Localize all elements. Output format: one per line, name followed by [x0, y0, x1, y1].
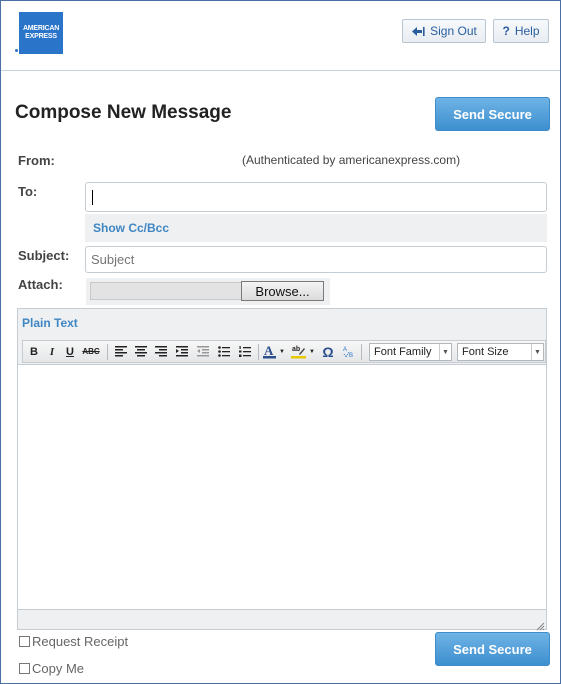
- help-icon: ?: [502, 24, 510, 38]
- chevron-down-icon: ▼: [531, 344, 543, 360]
- svg-text:A: A: [343, 347, 347, 353]
- font-color-icon[interactable]: A: [261, 343, 277, 360]
- subject-input[interactable]: [85, 246, 547, 273]
- chevron-down-icon: ▼: [439, 344, 451, 360]
- request-receipt-checkbox[interactable]: [19, 636, 30, 647]
- align-center-icon[interactable]: [132, 343, 150, 360]
- strikethrough-button[interactable]: ABC: [80, 343, 102, 360]
- sign-out-button[interactable]: Sign Out: [402, 19, 486, 43]
- font-family-value: Font Family: [374, 346, 432, 358]
- send-secure-button-top[interactable]: Send Secure: [435, 97, 550, 131]
- message-editor: Plain Text B I U ABC A ▼ ab ▼ Ω A B Font…: [17, 308, 547, 631]
- send-secure-label: Send Secure: [453, 641, 532, 657]
- amex-logo: AMERICAN EXPRESS: [19, 12, 63, 54]
- header-bar: AMERICAN EXPRESS Sign Out ? Help: [1, 1, 560, 71]
- send-secure-button-bottom[interactable]: Send Secure: [435, 632, 550, 666]
- font-family-select[interactable]: Font Family ▼: [369, 343, 452, 361]
- message-body-textarea[interactable]: [18, 364, 546, 610]
- font-size-value: Font Size: [462, 346, 509, 358]
- editor-toolbar: B I U ABC A ▼ ab ▼ Ω A B Font Family ▼ F…: [22, 340, 546, 363]
- request-receipt-option: Request Receipt: [19, 634, 128, 649]
- spellcheck-icon[interactable]: AB: [340, 343, 358, 360]
- svg-text:A: A: [264, 344, 274, 358]
- copy-me-checkbox[interactable]: [19, 663, 30, 674]
- align-left-icon[interactable]: [112, 343, 130, 360]
- attach-label: Attach:: [18, 277, 63, 292]
- font-size-select[interactable]: Font Size ▼: [457, 343, 544, 361]
- text-caret: [92, 190, 93, 205]
- svg-text:B: B: [349, 353, 353, 359]
- outdent-icon[interactable]: [194, 343, 212, 360]
- logo-dot: [15, 49, 18, 52]
- sign-out-icon: [411, 26, 425, 37]
- from-label: From:: [18, 153, 55, 168]
- resize-handle-icon[interactable]: [535, 618, 545, 631]
- compose-window: AMERICAN EXPRESS Sign Out ? Help Compose…: [0, 0, 561, 684]
- logo-text: AMERICAN EXPRESS: [22, 25, 60, 40]
- highlight-color-icon[interactable]: ab: [289, 343, 307, 360]
- font-color-dropdown-icon[interactable]: ▼: [278, 343, 286, 360]
- cc-bcc-bar: Show Cc/Bcc: [85, 214, 547, 242]
- attach-control: Browse...: [86, 278, 330, 305]
- subject-label: Subject:: [18, 248, 70, 263]
- indent-icon[interactable]: [173, 343, 191, 360]
- browse-button[interactable]: Browse...: [241, 281, 324, 301]
- request-receipt-label: Request Receipt: [32, 634, 129, 649]
- help-button[interactable]: ? Help: [493, 19, 549, 43]
- toolbar-divider: [258, 344, 259, 360]
- svg-text:ab: ab: [292, 346, 300, 353]
- toolbar-divider: [107, 344, 108, 360]
- copy-me-option: Copy Me: [19, 661, 84, 676]
- plain-text-link[interactable]: Plain Text: [22, 316, 78, 330]
- show-cc-bcc-link[interactable]: Show Cc/Bcc: [93, 221, 169, 235]
- numbered-list-icon[interactable]: [236, 343, 254, 360]
- copy-me-label: Copy Me: [32, 661, 85, 676]
- highlight-dropdown-icon[interactable]: ▼: [308, 343, 316, 360]
- to-input[interactable]: [85, 182, 547, 212]
- sign-out-label: Sign Out: [430, 24, 477, 38]
- from-value: (Authenticated by americanexpress.com): [242, 153, 461, 167]
- toolbar-divider: [361, 344, 362, 360]
- bullet-list-icon[interactable]: [215, 343, 233, 360]
- to-label: To:: [18, 184, 38, 199]
- page-title: Compose New Message: [15, 102, 232, 123]
- underline-button[interactable]: U: [62, 343, 78, 360]
- help-label: Help: [514, 24, 540, 38]
- file-path-field[interactable]: [90, 282, 242, 300]
- align-right-icon[interactable]: [152, 343, 170, 360]
- bold-button[interactable]: B: [26, 343, 42, 360]
- special-character-icon[interactable]: Ω: [319, 343, 337, 360]
- italic-button[interactable]: I: [44, 343, 60, 360]
- send-secure-label: Send Secure: [453, 106, 532, 122]
